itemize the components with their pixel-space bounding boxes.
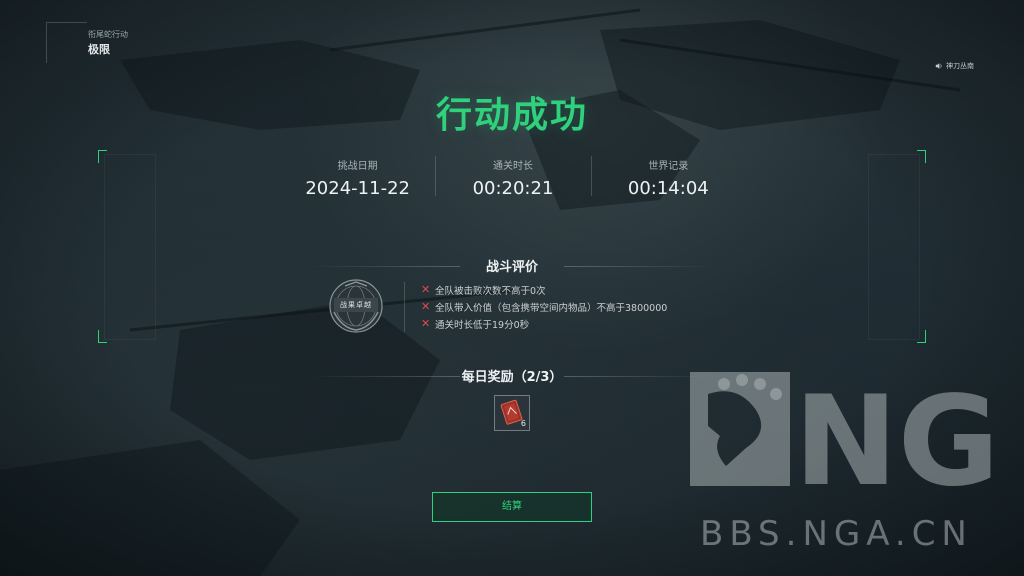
stat-clear-time: 通关时长 00:20:21 [435, 154, 590, 199]
stat-world-record: 世界记录 00:14:04 [590, 154, 746, 199]
right-hud-panel [868, 154, 920, 340]
stat-value: 00:20:21 [472, 178, 554, 199]
watermark-logo-text: NGA [794, 370, 996, 494]
battle-evaluation-heading: 战斗评价 [310, 256, 714, 275]
mission-difficulty: 极限 [88, 43, 110, 56]
stat-label: 世界记录 [648, 161, 689, 172]
hud-bracket [917, 330, 926, 343]
nga-watermark-logo: NGA [690, 370, 996, 494]
condition-text: 全队带入价值（包含携带空间内物品）不高于3800000 [435, 302, 668, 314]
hud-bracket [98, 330, 107, 343]
evaluation-divider [404, 282, 405, 332]
stat-label: 挑战日期 [337, 161, 378, 172]
cross-icon: ✕ [421, 317, 431, 330]
stat-label: 通关时长 [492, 161, 533, 172]
settle-button[interactable]: 结算 [432, 492, 592, 522]
mission-name: 衔尾蛇行动 [88, 30, 128, 39]
condition-text: 全队被击败次数不高于0次 [435, 285, 546, 297]
result-title: 行动成功 [435, 95, 588, 136]
stat-challenge-date: 挑战日期 2024-11-22 [280, 154, 435, 199]
mission-frame [46, 22, 87, 63]
cross-icon: ✕ [421, 283, 431, 296]
stat-value: 2024-11-22 [305, 178, 410, 199]
stats-row: 挑战日期 2024-11-22 通关时长 00:20:21 世界记录 00:14… [280, 154, 746, 199]
hud-bracket [917, 150, 926, 163]
music-indicator[interactable]: 神刀丛南 [935, 61, 974, 71]
hud-bracket [98, 150, 107, 163]
cross-icon: ✕ [421, 300, 431, 313]
emblem-label: 战果卓越 [334, 298, 378, 312]
stat-value: 00:14:04 [627, 178, 709, 199]
evaluation-conditions-list: ✕ 全队被击败次数不高于0次 ✕ 全队带入价值（包含携带空间内物品）不高于380… [421, 281, 667, 332]
watermark-site: BBS.NGA.CN [700, 514, 973, 554]
speaker-icon [935, 63, 942, 69]
reward-count: 6 [520, 419, 526, 428]
condition-item: ✕ 通关时长低于19分0秒 [421, 315, 667, 332]
left-hud-panel [104, 154, 156, 340]
daily-reward-heading: 每日奖励（2/3） [310, 366, 714, 385]
condition-item: ✕ 全队被击败次数不高于0次 [421, 281, 667, 298]
music-track: 神刀丛南 [946, 62, 974, 70]
reward-item-slot[interactable]: 6 [494, 395, 530, 431]
condition-text: 通关时长低于19分0秒 [435, 319, 530, 331]
condition-item: ✕ 全队带入价值（包含携带空间内物品）不高于3800000 [421, 298, 667, 315]
